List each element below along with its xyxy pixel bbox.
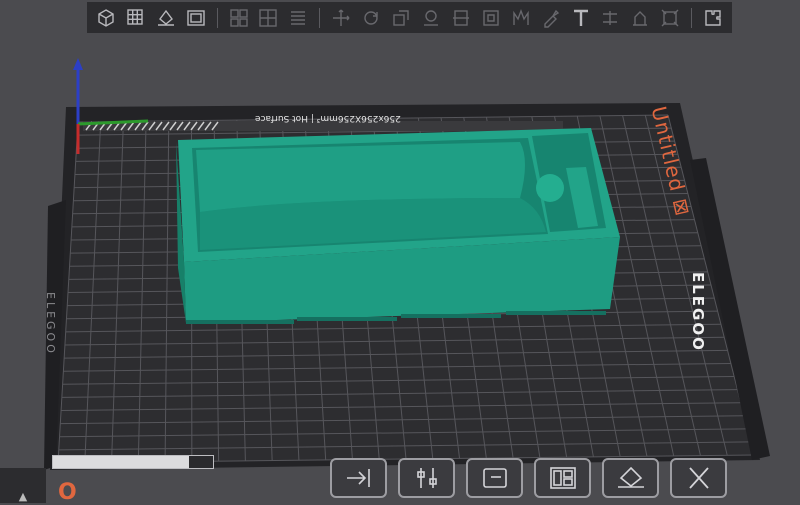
rotate-icon[interactable] [358, 5, 384, 31]
3d-viewport[interactable] [0, 0, 800, 503]
z-axis-arrow [73, 58, 83, 70]
puzzle-icon[interactable] [700, 5, 726, 31]
move-icon[interactable] [328, 5, 354, 31]
plate-spec-text: 256x256X256mm³ | Hot Surface [255, 113, 401, 123]
settings-sliders-icon [411, 465, 443, 491]
plate-icon[interactable] [183, 5, 209, 31]
support-paint-icon[interactable] [508, 5, 534, 31]
arrange-grid-icon[interactable] [256, 5, 282, 31]
auto-orient-button[interactable] [602, 458, 659, 498]
brand-logo-left: ELEGOO [44, 292, 57, 356]
corner-accent-mark: O [58, 480, 77, 505]
plate-layout-icon [547, 465, 579, 491]
seam-paint-icon[interactable] [538, 5, 564, 31]
layers-icon[interactable] [285, 5, 311, 31]
delete-icon [683, 465, 715, 491]
settings-button[interactable] [398, 458, 455, 498]
model-round-pocket [536, 174, 564, 202]
cut-icon[interactable] [448, 5, 474, 31]
object-list-icon [479, 465, 511, 491]
toolbar-separator [217, 8, 218, 28]
grid-add-icon[interactable] [123, 5, 149, 31]
brand-logo-right: ELEGOO [689, 272, 707, 352]
place-face-icon[interactable] [418, 5, 444, 31]
add-cube-icon[interactable] [93, 5, 119, 31]
mesh-boolean-icon[interactable] [478, 5, 504, 31]
corner-collapse-button[interactable]: ▲ [0, 468, 46, 503]
variable-layer-icon[interactable] [657, 5, 683, 31]
progress-fill [53, 456, 189, 468]
plate-layout-button[interactable] [534, 458, 591, 498]
assembly-icon[interactable] [627, 5, 653, 31]
import-icon [343, 465, 375, 491]
toolbar-separator [319, 8, 320, 28]
bottom-action-bar [330, 458, 790, 503]
import-button[interactable] [330, 458, 387, 498]
measure-icon[interactable] [598, 5, 624, 31]
toolbar-separator [691, 8, 692, 28]
model-tray[interactable] [176, 128, 620, 324]
objects-button[interactable] [466, 458, 523, 498]
scale-icon[interactable] [388, 5, 414, 31]
orient-icon[interactable] [153, 5, 179, 31]
top-toolbar [87, 2, 732, 33]
text-icon[interactable] [568, 5, 594, 31]
auto-orient-icon [615, 465, 647, 491]
delete-button[interactable] [670, 458, 727, 498]
arrange-icon[interactable] [226, 5, 252, 31]
progress-bar [52, 455, 214, 469]
